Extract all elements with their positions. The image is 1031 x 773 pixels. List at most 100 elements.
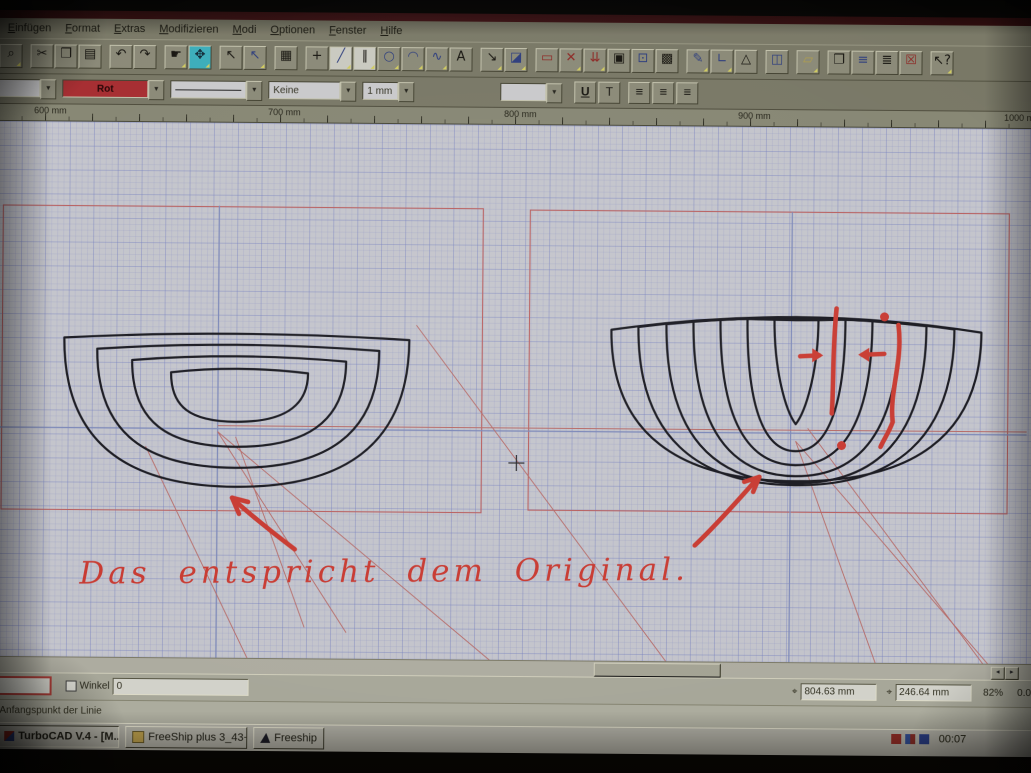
- marker-dot-mid: [837, 441, 846, 450]
- cross-icon: ✕: [560, 48, 581, 68]
- pages-button[interactable]: ❒: [827, 50, 850, 74]
- right-hull-sections[interactable]: [610, 315, 981, 486]
- delete-cross-tool[interactable]: ✕: [559, 48, 582, 72]
- select-open-tool[interactable]: ↖: [243, 46, 266, 70]
- menu-hilfe[interactable]: Hilfe: [373, 22, 409, 38]
- chevron-down-icon[interactable]: ▾: [148, 80, 164, 100]
- x-coordinate-icon: ⌖: [792, 687, 798, 698]
- scroll-left-button[interactable]: ◂: [991, 667, 1005, 680]
- pen-tool[interactable]: ✎: [686, 49, 709, 73]
- cut-button[interactable]: ✂: [30, 44, 53, 68]
- help-pointer-button[interactable]: ↖?: [930, 51, 953, 75]
- marker-dot-top: [880, 312, 889, 321]
- drawing-canvas[interactable]: Das entspricht dem Original.: [0, 121, 1031, 665]
- style-dropdown[interactable]: ▾: [0, 79, 56, 97]
- triangle-tool[interactable]: △: [734, 50, 757, 74]
- chevron-down-icon[interactable]: ▾: [546, 84, 562, 104]
- chevron-down-icon[interactable]: ▾: [398, 82, 414, 102]
- open-folder-button[interactable]: ▱: [796, 50, 819, 74]
- hatch-button[interactable]: ≡: [851, 51, 874, 75]
- scroll-right-button[interactable]: ▸: [1005, 667, 1019, 680]
- pattern-dropdown[interactable]: Keine ▾: [268, 81, 356, 100]
- rectangle-red-tool[interactable]: ▭: [535, 48, 558, 72]
- y-coordinate-icon: ⌖: [886, 687, 892, 698]
- angle-checkbox[interactable]: [66, 681, 77, 692]
- x-coordinate-field[interactable]: 804.63 mm: [800, 684, 876, 702]
- arc-icon: ◠: [402, 47, 423, 67]
- left-hull-sections[interactable]: [63, 332, 409, 488]
- line-icon: ╱: [330, 47, 351, 67]
- line-tool[interactable]: ╱: [329, 47, 352, 71]
- angle-input[interactable]: 0: [113, 678, 249, 696]
- align-left-button[interactable]: ≡: [628, 82, 650, 104]
- scrollbar-thumb[interactable]: [594, 663, 721, 678]
- edit-hand-tool[interactable]: ✥: [188, 45, 211, 69]
- spline-tool[interactable]: ∿: [425, 47, 448, 71]
- select-tool[interactable]: ↖: [219, 46, 242, 70]
- cursor-arrow-outline-icon: ↖: [244, 46, 265, 66]
- chevron-down-icon[interactable]: ▾: [340, 82, 356, 102]
- tray-icon-red[interactable]: [892, 734, 902, 744]
- node-edit-button[interactable]: ▩: [655, 49, 678, 73]
- undo-button[interactable]: ↶: [109, 45, 132, 69]
- dimension-tool[interactable]: ↘: [480, 48, 503, 72]
- text-a-icon: A: [450, 47, 471, 67]
- width-dropdown[interactable]: 1 mm ▾: [362, 82, 414, 100]
- arc-tool[interactable]: ◠: [401, 47, 424, 71]
- status-prompt: Anfangspunkt der Linie: [0, 705, 102, 717]
- active-coordinate-field[interactable]: [0, 676, 52, 695]
- axis-tool[interactable]: ∟: [710, 50, 733, 74]
- plus-icon: +: [306, 46, 327, 66]
- underline-button[interactable]: U: [574, 82, 596, 104]
- chevron-down-icon[interactable]: ▾: [246, 81, 262, 101]
- taskbar-button-turbocad[interactable]: TurboCAD V.4 - [M...: [0, 725, 119, 748]
- text-tool[interactable]: A: [449, 47, 472, 71]
- angle-label: Winkel: [80, 681, 110, 692]
- tray-icon-multi[interactable]: [906, 734, 916, 744]
- ungroup-frame-button[interactable]: ⊡: [631, 49, 654, 73]
- drawing-svg: Das entspricht dem Original.: [0, 121, 1029, 665]
- magnifier-icon: ⌕: [0, 44, 21, 64]
- align-right-button[interactable]: ≡: [676, 83, 698, 105]
- taskbar-button-freeship-app[interactable]: Freeship: [253, 727, 324, 750]
- view-3d-button[interactable]: ◫: [765, 50, 788, 74]
- layers-button[interactable]: ≣: [875, 51, 898, 75]
- circle-tool[interactable]: ○: [377, 47, 400, 71]
- menu-modifizieren[interactable]: Modifizieren: [152, 21, 225, 38]
- menu-fenster[interactable]: Fenster: [322, 22, 373, 38]
- circle-icon: ○: [378, 47, 399, 67]
- point-tool[interactable]: +: [305, 46, 328, 70]
- menu-einfuegen[interactable]: Einfügen: [1, 20, 59, 36]
- help-cursor-icon: ↖?: [931, 51, 952, 71]
- textstyle-button[interactable]: T: [598, 82, 620, 104]
- menu-extras[interactable]: Extras: [107, 20, 152, 36]
- width-dropdown-value: 1 mm: [362, 82, 398, 100]
- y-coordinate-field[interactable]: 246.64 mm: [895, 684, 971, 702]
- redo-icon: ↷: [134, 45, 155, 65]
- menu-format[interactable]: Format: [58, 20, 107, 36]
- frame-blue-icon: ⊡: [632, 49, 653, 69]
- linestyle-dropdown[interactable]: ▾: [170, 81, 262, 100]
- insert-arrows-tool[interactable]: ⇊: [583, 49, 606, 73]
- pan-hand-tool[interactable]: ☛: [164, 45, 187, 69]
- align-center-button[interactable]: ≡: [652, 82, 674, 104]
- taskbar-button-freeship-folder[interactable]: FreeShip plus 3_43+: [125, 726, 247, 749]
- menu-modi[interactable]: Modi: [226, 21, 264, 37]
- multiline-tool[interactable]: ∥: [353, 47, 376, 71]
- fill-tool[interactable]: ◪: [504, 48, 527, 72]
- properties-table-button[interactable]: ▦: [274, 46, 297, 70]
- paste-button[interactable]: ▤: [78, 45, 101, 69]
- color-dropdown-value: Rot: [62, 80, 148, 99]
- copy-button[interactable]: ❒: [54, 44, 77, 68]
- triangle-icon: △: [735, 50, 756, 70]
- zoom-tool[interactable]: ⌕: [0, 44, 23, 68]
- redo-button[interactable]: ↷: [133, 45, 156, 69]
- color-dropdown[interactable]: Rot ▾: [62, 80, 164, 99]
- group-frame-button[interactable]: ▣: [607, 49, 630, 73]
- tray-icon-blue[interactable]: [920, 734, 930, 744]
- chevron-down-icon[interactable]: ▾: [40, 80, 56, 100]
- delete-layer-button[interactable]: ☒: [899, 51, 922, 75]
- menu-optionen[interactable]: Optionen: [263, 22, 322, 38]
- fontsize-dropdown[interactable]: ▾: [500, 83, 562, 101]
- ruler-label: 900 mm: [738, 111, 771, 121]
